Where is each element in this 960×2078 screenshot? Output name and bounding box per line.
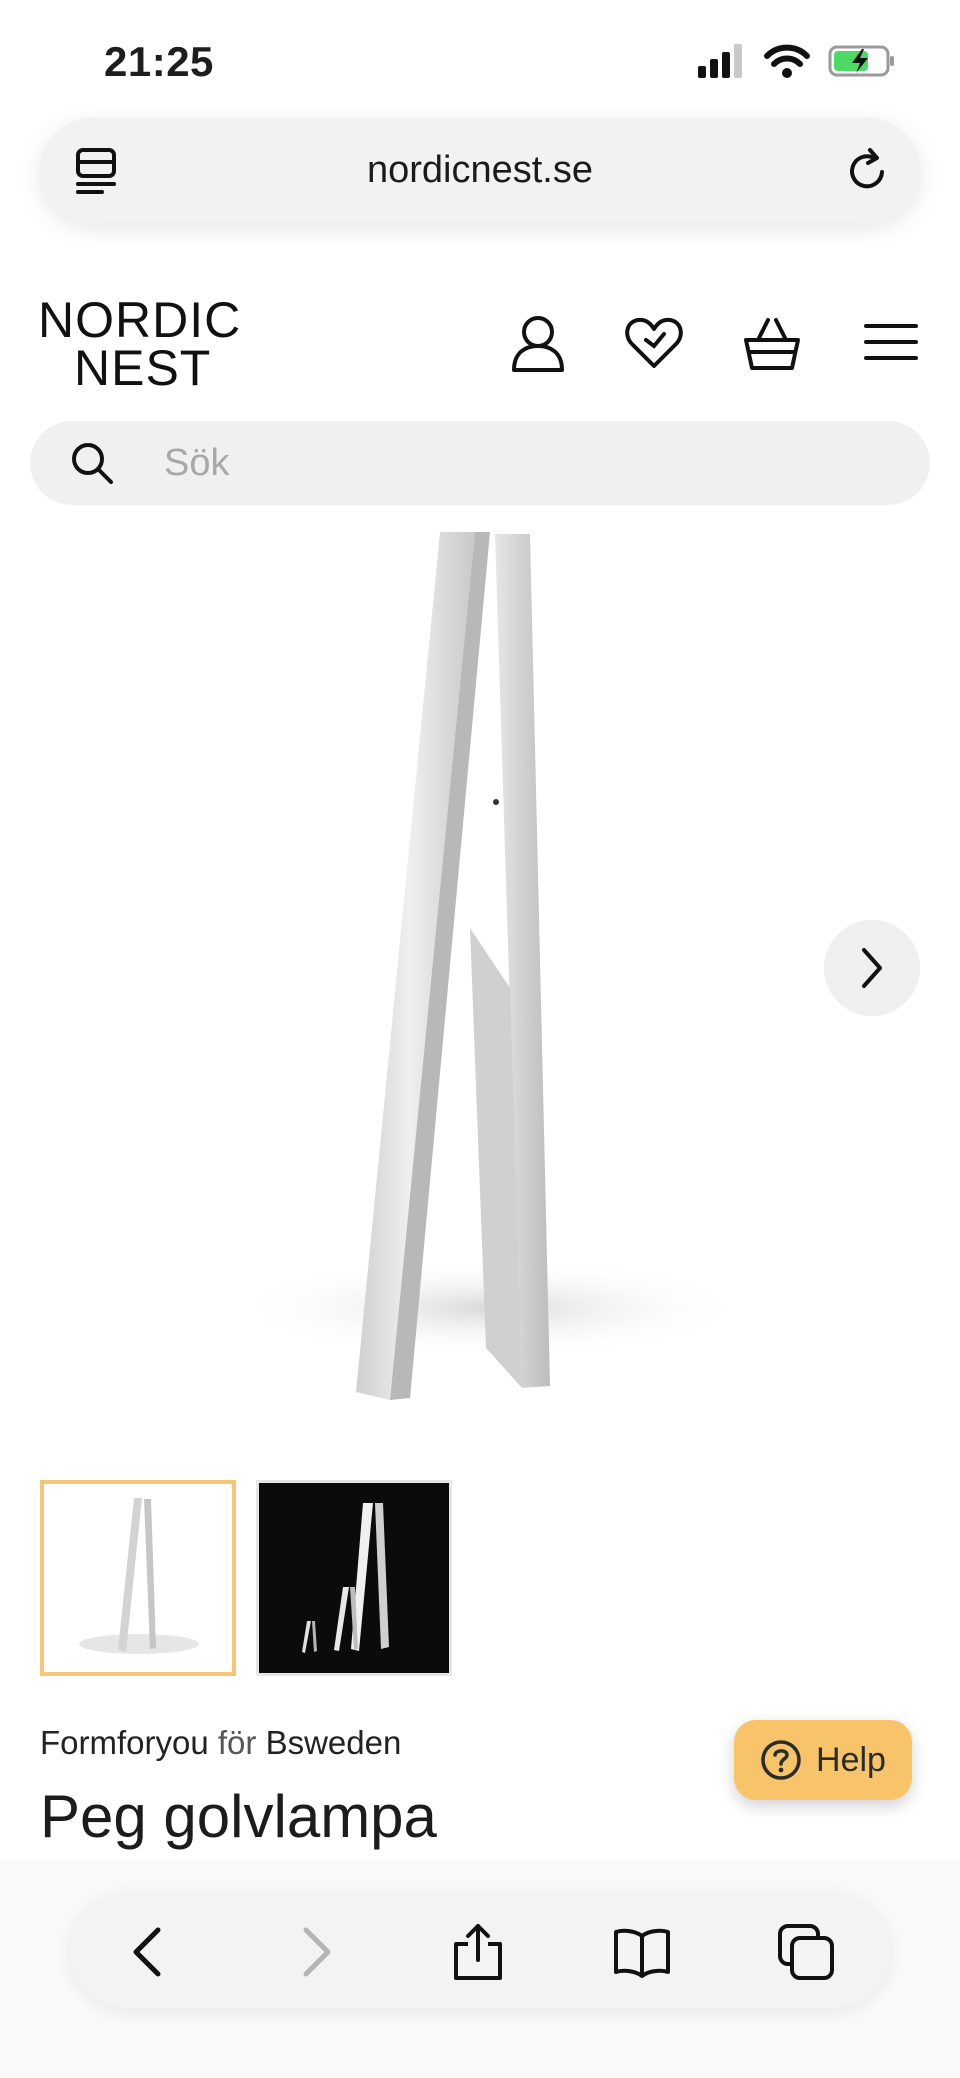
browser-toolbar [70, 1892, 890, 2008]
cellular-signal-icon [698, 44, 742, 78]
reload-icon[interactable] [844, 146, 890, 194]
address-bar[interactable]: nordicnest.se [40, 118, 920, 222]
for-word: för [217, 1724, 257, 1761]
search-icon [72, 443, 113, 484]
battery-charging-icon [828, 45, 894, 77]
thumbnail-lamp-white [79, 1498, 199, 1654]
status-icons [698, 44, 896, 78]
search-input[interactable] [162, 440, 866, 486]
menu-icon[interactable] [862, 312, 920, 374]
product-main-image[interactable] [130, 528, 910, 1408]
tabs-icon[interactable] [776, 1922, 836, 1982]
wishlist-heart-icon[interactable] [624, 312, 684, 374]
help-button[interactable]: Help [734, 1720, 912, 1800]
help-label: Help [816, 1740, 886, 1779]
status-time: 21:25 [104, 38, 214, 85]
chevron-right-icon [862, 948, 882, 988]
wifi-icon [764, 44, 810, 78]
basket-icon[interactable] [742, 312, 802, 374]
brand-name[interactable]: Bsweden [266, 1724, 402, 1761]
forward-icon[interactable] [284, 1922, 344, 1982]
logo-line-2: NEST [74, 340, 212, 396]
question-circle-icon [761, 1740, 801, 1780]
thumbnail-lamps-black [259, 1483, 449, 1673]
product-title: Peg golvlampa [40, 1783, 437, 1850]
back-icon[interactable] [120, 1922, 180, 1982]
designer-name[interactable]: Formforyou [40, 1724, 209, 1761]
nordic-nest-logo[interactable]: NORDIC NEST [38, 292, 242, 396]
thumbnail-1[interactable] [40, 1480, 236, 1676]
account-icon[interactable] [508, 312, 568, 374]
share-icon[interactable] [448, 1922, 508, 1982]
bookmarks-icon[interactable] [612, 1922, 672, 1982]
product-brand-line: Formforyou för Bsweden [40, 1724, 401, 1762]
search-bar[interactable] [30, 421, 930, 505]
tab-overview-icon[interactable] [74, 146, 120, 194]
next-image-button[interactable] [824, 920, 920, 1016]
logo-line-1: NORDIC [38, 292, 242, 348]
thumbnail-2[interactable] [256, 1480, 452, 1676]
url-text[interactable]: nordicnest.se [367, 149, 593, 192]
